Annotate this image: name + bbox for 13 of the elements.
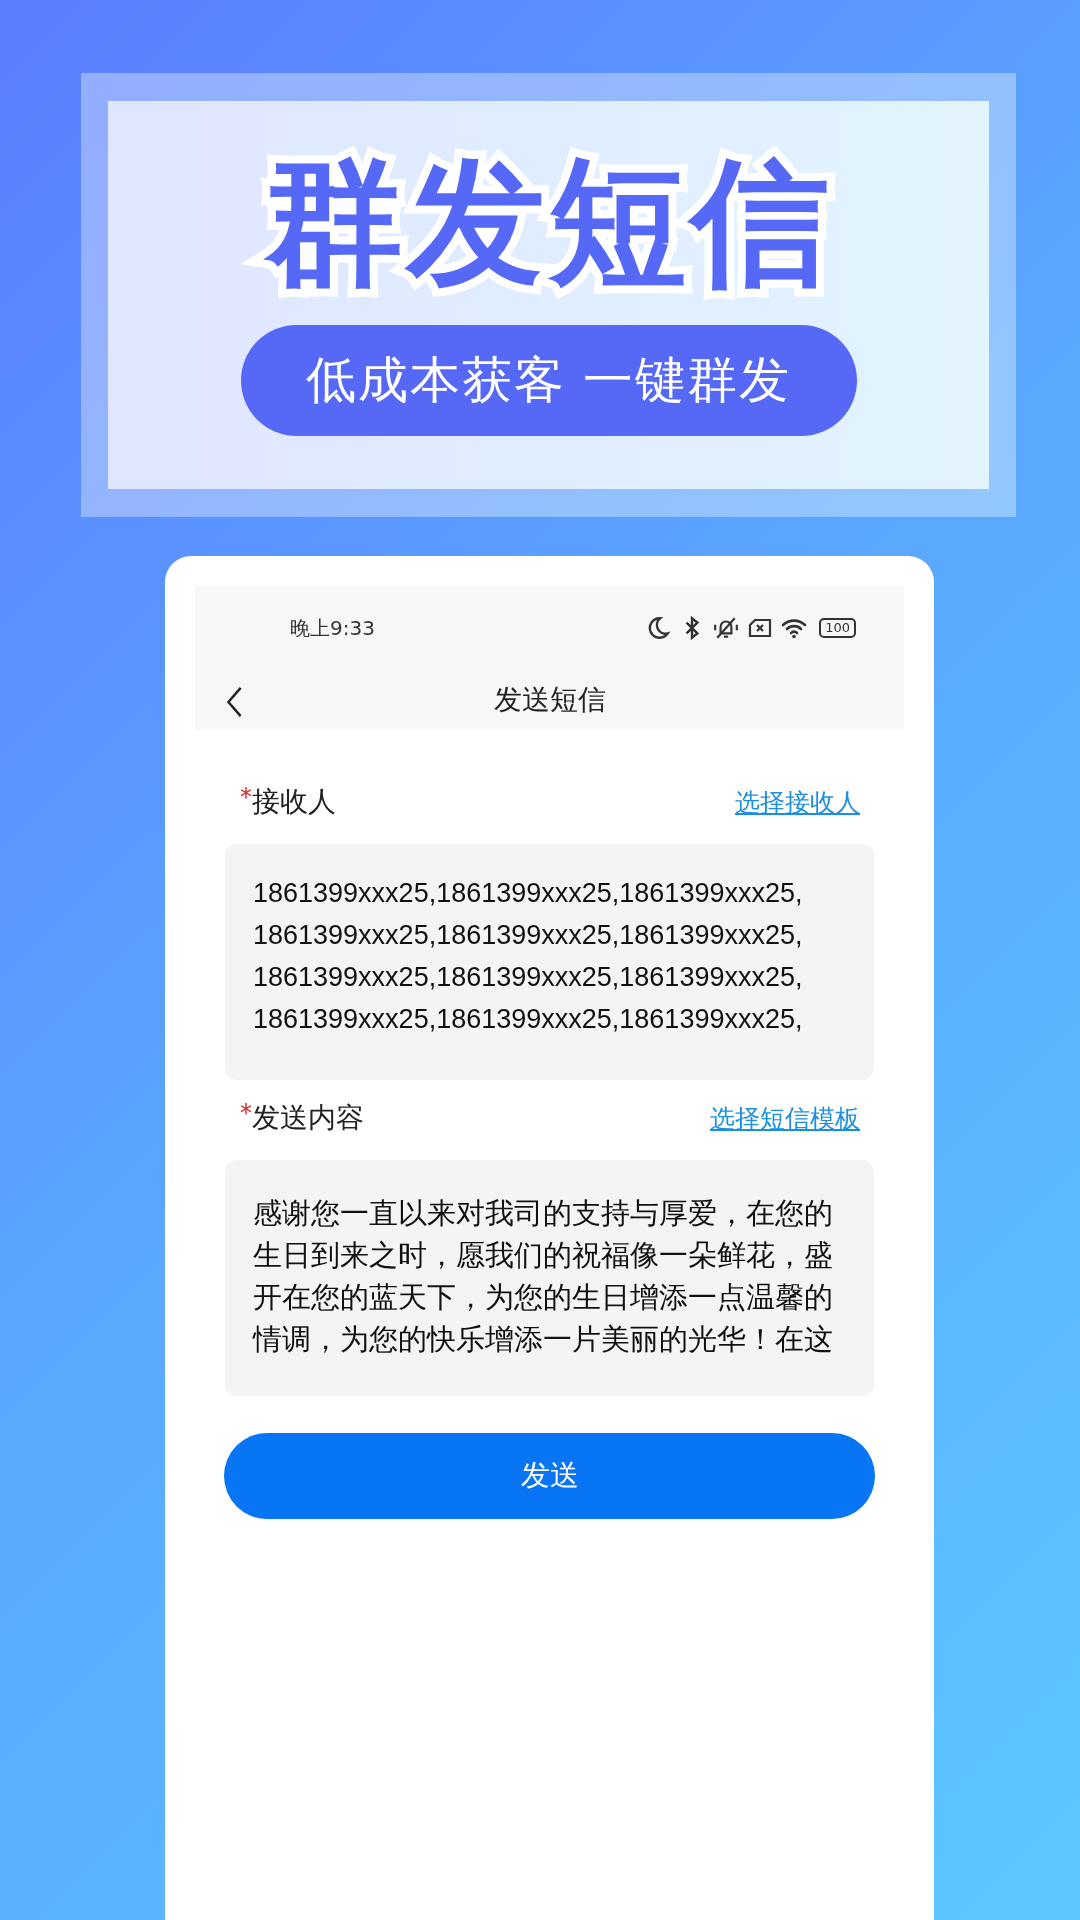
page-title: 发送短信: [493, 682, 606, 718]
field-label: *接收人: [240, 783, 336, 820]
slogan-pill: 低成本获客 一键群发: [240, 325, 857, 436]
select-link[interactable]: 选择接收人: [735, 785, 860, 819]
battery-icon: 100: [819, 618, 856, 638]
send-button[interactable]: 发送: [224, 1433, 875, 1519]
banner-title: 群发短信: [264, 143, 833, 303]
status-time: 晚上9:33: [290, 614, 375, 642]
select-link[interactable]: 选择短信模板: [710, 1101, 860, 1135]
recipients-field[interactable]: 1861399xxx25,1861399xxx25,1861399xxx25, 1861399xxx25,1861399xxx25,1861399xxx25, 1861399xxx25,1861399xxx25,1861399xxx25, 1861399xxx25,1861399xxx25,1861399xxx25,: [225, 844, 874, 1080]
message-field[interactable]: 感谢您一直以来对我司的支持与厚爱，在您的生日到来之时，愿我们的祝福像一朵鲜花，盛开在您的蓝天下，为您的生日增添一点温馨的情调，为您的快乐增添一片美丽的光华！在这: [225, 1160, 874, 1396]
field-label: *发送内容: [240, 1099, 364, 1136]
muted-bell-icon: [713, 615, 740, 641]
